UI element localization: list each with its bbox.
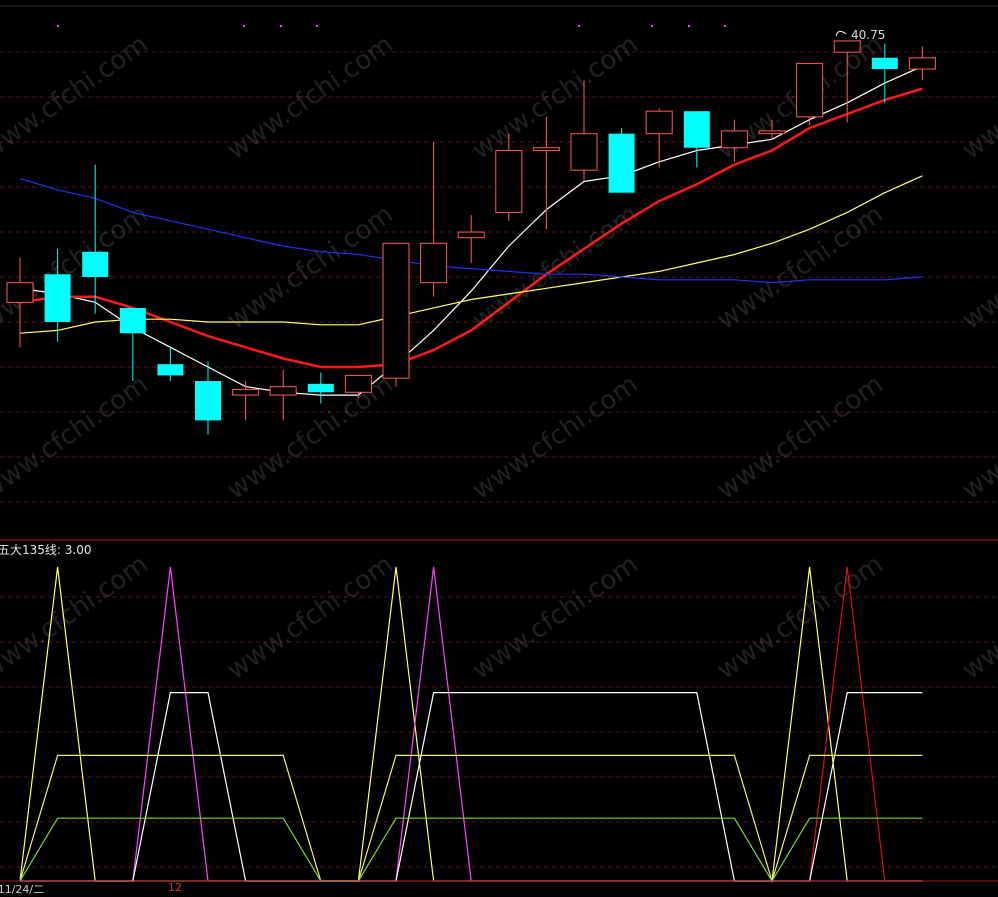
candle-body xyxy=(495,150,523,213)
watermark-text: www.cfchi.com xyxy=(222,199,399,335)
candle-body xyxy=(307,383,334,393)
high-price-label: 40.75 xyxy=(851,28,885,42)
candle-body xyxy=(119,307,146,334)
candle-body xyxy=(645,110,673,135)
marker-dot xyxy=(57,25,59,27)
watermark-text: www.cfchi.com xyxy=(467,369,644,505)
candlesticks xyxy=(6,40,936,435)
marker-dot xyxy=(316,25,318,27)
watermark-text: www.cfchi.com xyxy=(712,369,889,505)
candle-body xyxy=(796,62,824,118)
watermark-text: www.cfchi.com xyxy=(957,549,998,685)
candle-body xyxy=(195,381,221,421)
watermark-text: www.cfchi.com xyxy=(0,549,154,685)
watermark-text: www.cfchi.com xyxy=(222,549,399,685)
marker-dot xyxy=(688,25,690,27)
watermark-text: www.cfchi.com xyxy=(957,29,998,165)
marker-dot xyxy=(724,25,726,27)
watermark-text: www.cfchi.com xyxy=(957,199,998,335)
watermarks: www.cfchi.com www.cfchi.com www.cfchi.com w… xyxy=(0,29,998,685)
candle-body xyxy=(6,282,34,303)
indicator-line xyxy=(20,691,923,882)
watermark-text: www.cfchi.com xyxy=(957,369,998,505)
candle-body xyxy=(344,374,372,393)
candle-body xyxy=(420,242,448,284)
high-price-callout: 40.75 xyxy=(835,28,885,42)
candle-body xyxy=(269,386,297,396)
watermark-text: www.cfchi.com xyxy=(0,369,154,505)
candle-body xyxy=(683,111,710,148)
watermark-text: www.cfchi.com xyxy=(712,549,889,685)
top-marker-dots xyxy=(57,25,726,27)
watermark-text: www.cfchi.com xyxy=(0,29,154,165)
marker-dot xyxy=(651,25,653,27)
candle-body xyxy=(532,147,560,152)
candle-body xyxy=(232,388,260,396)
candle-body xyxy=(720,130,748,149)
candle-body xyxy=(570,133,598,171)
chart-stage: www.cfchi.com www.cfchi.com www.cfchi.com w… xyxy=(0,5,998,884)
candle-body xyxy=(382,242,410,379)
candle-body xyxy=(833,40,861,53)
marker-dot xyxy=(243,25,245,27)
watermark-text: www.cfchi.com xyxy=(467,549,644,685)
candle-body xyxy=(82,251,109,278)
callout-arrow xyxy=(835,30,847,37)
candle-body xyxy=(157,364,184,376)
date-label-secondary: 12 xyxy=(168,881,182,894)
candle-body xyxy=(457,231,485,239)
candle-body xyxy=(908,57,936,70)
indicator-title: 五大135线: 3.00 xyxy=(0,543,92,557)
date-label: /11/24/二 xyxy=(0,883,45,896)
indicator-line xyxy=(19,817,923,883)
candle-body xyxy=(608,133,635,193)
candle-body xyxy=(44,274,71,322)
candle-body xyxy=(758,130,786,135)
watermark-text: www.cfchi.com xyxy=(222,29,399,165)
candle-body xyxy=(871,57,898,70)
watermark-text: www.cfchi.com xyxy=(712,199,889,335)
marker-dot xyxy=(578,25,580,27)
marker-dot xyxy=(280,25,282,27)
